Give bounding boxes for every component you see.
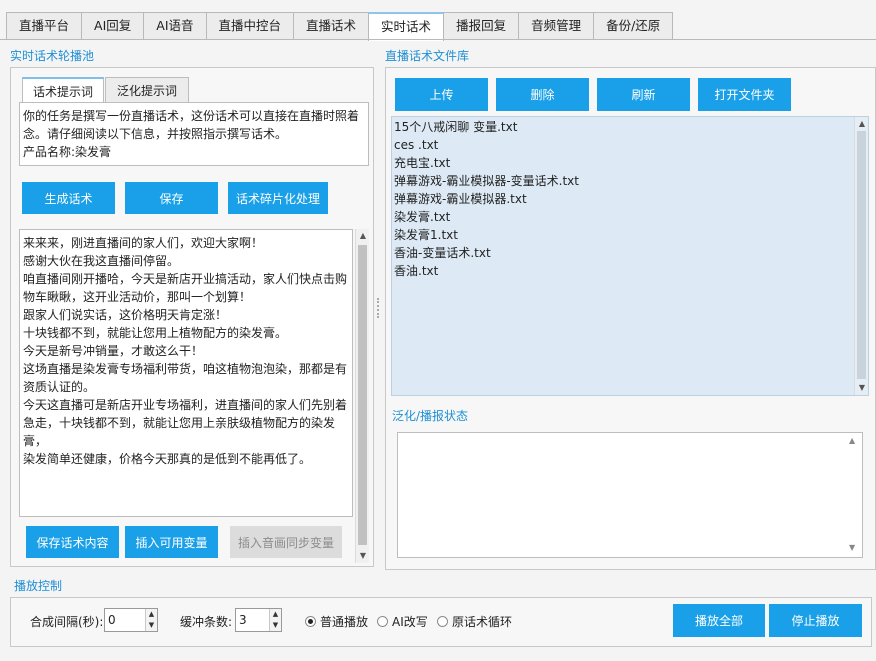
radio-ai-rewrite[interactable]: AI改写 [377, 613, 428, 630]
interval-label: 合成间隔(秒): [30, 615, 104, 629]
insert-variable-button[interactable]: 插入可用变量 [125, 526, 218, 558]
radio-dot-icon[interactable] [305, 616, 316, 627]
refresh-button[interactable]: 刷新 [597, 78, 690, 111]
file-list-item[interactable]: 香油.txt [394, 262, 866, 280]
stop-play-button[interactable]: 停止播放 [769, 604, 862, 637]
tab-realtime-script[interactable]: 实时话术 [368, 12, 445, 41]
radio-dot-icon[interactable] [377, 616, 388, 627]
radio-dot-icon[interactable] [437, 616, 448, 627]
scroll-up-icon[interactable]: ▲ [849, 436, 855, 445]
status-textarea[interactable] [397, 432, 863, 558]
script-textarea[interactable]: 来来来，刚进直播间的家人们，欢迎大家啊！ 感谢大伙在我这直播间停留。 咱直播间刚… [19, 229, 353, 517]
splitter-grip[interactable] [377, 298, 383, 318]
interval-value: 0 [108, 613, 116, 627]
file-list-item[interactable]: 染发膏.txt [394, 208, 866, 226]
file-list-item[interactable]: ces .txt [394, 136, 866, 154]
radio-label: 普通播放 [320, 615, 369, 629]
scroll-up-icon[interactable]: ▲ [356, 229, 370, 243]
generate-script-button[interactable]: 生成话术 [22, 182, 115, 214]
radio-label: AI改写 [392, 615, 428, 629]
save-script-content-button[interactable]: 保存话术内容 [26, 526, 119, 558]
spin-down-icon[interactable]: ▼ [146, 620, 157, 631]
scroll-down-icon[interactable]: ▼ [356, 549, 370, 563]
upload-button[interactable]: 上传 [395, 78, 488, 111]
fragment-script-button[interactable]: 话术碎片化处理 [228, 182, 328, 214]
interval-spinbox[interactable]: 0 ▲ ▼ [104, 608, 158, 632]
tab-backup-restore[interactable]: 备份/还原 [593, 12, 674, 40]
subtab-script-prompt[interactable]: 话术提示词 [22, 77, 104, 103]
tab-live-console[interactable]: 直播中控台 [205, 12, 295, 40]
spin-down-icon[interactable]: ▼ [270, 620, 281, 631]
status-section-title: 泛化/播报状态 [392, 409, 469, 423]
play-all-button[interactable]: 播放全部 [673, 604, 765, 637]
radio-label: 原话术循环 [452, 615, 513, 629]
subtab-generalize-prompt[interactable]: 泛化提示词 [105, 77, 189, 103]
tab-ai-reply[interactable]: AI回复 [81, 12, 145, 40]
insert-audio-sync-variable-button: 插入音画同步变量 [230, 526, 342, 558]
control-section-title: 播放控制 [14, 579, 63, 593]
file-list-scrollbar[interactable]: ▲ ▼ [854, 117, 868, 395]
tab-divider [0, 39, 876, 40]
file-list-item[interactable]: 15个八戒闲聊 变量.txt [394, 118, 866, 136]
spin-up-icon[interactable]: ▲ [146, 609, 157, 620]
file-list-item[interactable]: 弹幕游戏-霸业模拟器-变量话术.txt [394, 172, 866, 190]
buffer-value: 3 [239, 613, 247, 627]
save-button[interactable]: 保存 [125, 182, 218, 214]
file-list[interactable]: 15个八戒闲聊 变量.txt ces .txt 充电宝.txt 弹幕游戏-霸业模… [391, 116, 869, 396]
right-section-title: 直播话术文件库 [385, 49, 470, 63]
scroll-down-icon[interactable]: ▼ [849, 543, 855, 552]
radio-normal-play[interactable]: 普通播放 [305, 613, 368, 630]
tab-live-platform[interactable]: 直播平台 [6, 12, 83, 40]
file-list-item[interactable]: 充电宝.txt [394, 154, 866, 172]
radio-original-loop[interactable]: 原话术循环 [437, 613, 512, 630]
scroll-down-icon[interactable]: ▼ [855, 381, 869, 395]
file-list-item[interactable]: 香油-变量话术.txt [394, 244, 866, 262]
file-list-item[interactable]: 染发膏1.txt [394, 226, 866, 244]
scroll-thumb[interactable] [857, 131, 866, 379]
scroll-up-icon[interactable]: ▲ [855, 117, 869, 131]
spin-arrows[interactable]: ▲ ▼ [145, 609, 157, 631]
file-list-item[interactable]: 弹幕游戏-霸业模拟器.txt [394, 190, 866, 208]
prompt-textarea[interactable]: 你的任务是撰写一份直播话术，这份话术可以直接在直播时照着念。请仔细阅读以下信息，… [19, 102, 369, 166]
spin-up-icon[interactable]: ▲ [270, 609, 281, 620]
buffer-spinbox[interactable]: 3 ▲ ▼ [235, 608, 282, 632]
tab-ai-voice[interactable]: AI语音 [143, 12, 207, 40]
tab-audio-manage[interactable]: 音频管理 [518, 12, 595, 40]
tab-live-script[interactable]: 直播话术 [293, 12, 370, 40]
main-tabbar: 直播平台 AI回复 AI语音 直播中控台 直播话术 实时话术 播报回复 音频管理… [6, 12, 674, 41]
delete-button[interactable]: 删除 [496, 78, 589, 111]
open-folder-button[interactable]: 打开文件夹 [698, 78, 791, 111]
left-section-title: 实时话术轮播池 [10, 49, 95, 63]
scroll-thumb[interactable] [358, 245, 367, 545]
spin-arrows[interactable]: ▲ ▼ [269, 609, 281, 631]
buffer-label: 缓冲条数: [180, 615, 233, 629]
tab-broadcast-reply[interactable]: 播报回复 [443, 12, 520, 40]
script-scrollbar[interactable]: ▲ ▼ [355, 229, 369, 563]
